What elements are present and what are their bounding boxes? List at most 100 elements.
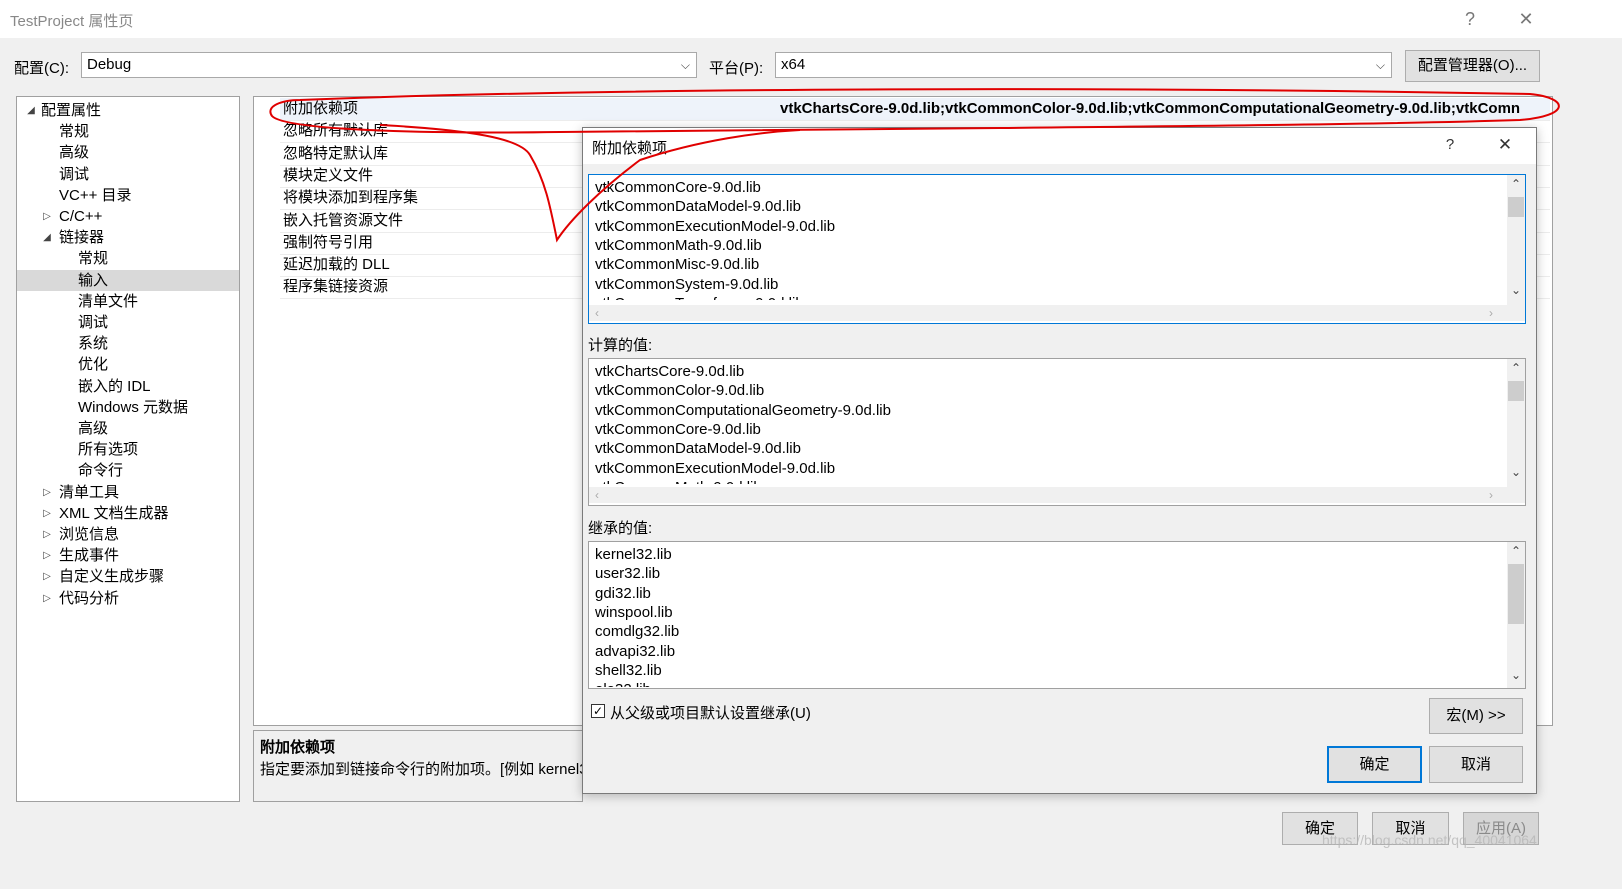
tree-item-label: 命令行 [78,462,124,480]
close-icon[interactable]: ✕ [1506,6,1546,32]
collapsed-arrow-icon[interactable]: ▷ [41,524,53,545]
collapsed-arrow-icon[interactable]: ▷ [41,206,53,227]
inherited-lines: kernel32.lib user32.lib gdi32.lib winspool.… [589,545,1505,687]
dialog-title-bar: 附加依赖项 ? ✕ [583,128,1536,164]
scroll-up-icon[interactable]: ⌃ [1507,361,1525,375]
tree-item[interactable]: 优化 [17,354,239,375]
tree-item-label: 调试 [59,165,90,183]
tree-item[interactable]: ▷ 浏览信息 [17,524,239,545]
collapsed-arrow-icon[interactable]: ▷ [41,482,53,503]
property-name: 强制符号引用 [283,233,374,251]
tree-item[interactable]: 命令行 [17,460,239,481]
scroll-thumb[interactable] [1508,381,1524,401]
scroll-down-icon[interactable]: ⌄ [1507,465,1525,479]
computed-vscrollbar[interactable]: ⌃ ⌄ [1507,359,1525,487]
tree-item[interactable]: ▷ 生成事件 [17,545,239,566]
tree-item[interactable]: 高级 [17,418,239,439]
inherited-value-line: comdlg32.lib [595,623,680,641]
tree-item[interactable]: 调试 [17,164,239,185]
inherit-checkbox-label[interactable]: 从父级或项目默认设置继承(U) [610,702,811,723]
tree-item[interactable]: ◢ 配置属性 [17,100,239,121]
property-row[interactable]: 附加依赖项 vtkChartsCore-9.0d.lib;vtkCommonCol… [280,98,1550,121]
scroll-right-icon[interactable]: › [1489,487,1493,503]
dialog-title: 附加依赖项 [592,140,668,157]
tree-item[interactable]: 嵌入的 IDL [17,376,239,397]
expanded-arrow-icon[interactable]: ◢ [41,227,53,248]
computed-hscrollbar[interactable]: ‹ › [589,487,1525,503]
property-name: 延迟加载的 DLL [283,256,390,274]
tree-item[interactable]: ◢ 链接器 [17,227,239,248]
scroll-left-icon[interactable]: ‹ [595,487,599,503]
tree-item[interactable]: 调试 [17,312,239,333]
scroll-up-icon[interactable]: ⌃ [1507,177,1525,191]
dialog-ok-button[interactable]: 确定 [1327,746,1422,783]
scroll-left-icon[interactable]: ‹ [595,305,599,321]
scroll-right-icon[interactable]: › [1489,305,1493,321]
inherit-checkbox[interactable]: ✓ [591,704,605,718]
collapsed-arrow-icon[interactable]: ▷ [41,503,53,524]
scroll-thumb[interactable] [1508,564,1524,624]
tree-item-label: 嵌入的 IDL [78,377,151,395]
inherited-values-label: 继承的值: [588,520,653,537]
tree-item[interactable]: ▷ 自定义生成步骤 [17,566,239,587]
tree-item[interactable]: VC++ 目录 [17,185,239,206]
computed-value-line: vtkCommonComputationalGeometry-9.0d.lib [595,401,891,419]
dependency-line: vtkCommonMath-9.0d.lib [595,236,762,254]
tree-item[interactable]: 输入 [17,269,239,291]
tree-item-label: 清单文件 [78,292,139,310]
property-name: 嵌入托管资源文件 [283,211,404,229]
collapsed-arrow-icon[interactable]: ▷ [41,545,53,566]
tree-item[interactable]: 系统 [17,333,239,354]
inherited-values-box[interactable]: kernel32.lib user32.lib gdi32.lib winspool.… [588,541,1526,689]
property-value[interactable]: vtkChartsCore-9.0d.lib;vtkCommonColor-9.… [780,98,1520,120]
inherited-vscrollbar[interactable]: ⌃ ⌄ [1507,542,1525,688]
inherited-value-line: gdi32.lib [595,584,651,602]
computed-values-box[interactable]: vtkChartsCore-9.0d.lib vtkCommonColor-9.0… [588,358,1526,506]
computed-lines: vtkChartsCore-9.0d.lib vtkCommonColor-9.0… [589,362,1505,484]
scroll-thumb[interactable] [1508,197,1524,217]
computed-value-line: vtkCommonCore-9.0d.lib [595,420,761,438]
collapsed-arrow-icon[interactable]: ▷ [41,566,53,587]
tree-item[interactable]: 常规 [17,121,239,142]
collapsed-arrow-icon[interactable]: ▷ [41,588,53,609]
tree-item-label: 清单工具 [59,483,120,501]
edit-lines: vtkCommonCore-9.0d.lib vtkCommonDataModel… [589,178,1505,300]
platform-dropdown[interactable]: x64 ⌵ [775,52,1392,78]
description-title: 附加依赖项 [260,739,336,756]
tree-item-label: Windows 元数据 [78,398,189,416]
config-manager-button[interactable]: 配置管理器(O)... [1405,50,1540,82]
dependency-line: vtkCommonSystem-9.0d.lib [595,275,779,293]
tree-item[interactable]: 所有选项 [17,439,239,460]
tree-item[interactable]: 常规 [17,248,239,269]
tree-item[interactable]: Windows 元数据 [17,397,239,418]
expanded-arrow-icon[interactable]: ◢ [25,100,37,121]
dialog-cancel-button[interactable]: 取消 [1429,746,1523,783]
tree-item[interactable]: ▷ XML 文档生成器 [17,503,239,524]
dialog-close-icon[interactable]: ✕ [1493,135,1517,155]
scroll-up-icon[interactable]: ⌃ [1507,544,1525,558]
tree-item[interactable]: ▷ 代码分析 [17,588,239,609]
dialog-help-icon[interactable]: ? [1438,136,1462,153]
scroll-down-icon[interactable]: ⌄ [1507,283,1525,297]
tree-item-label: C/C++ [59,208,103,225]
edit-vscrollbar[interactable]: ⌃ ⌄ [1507,175,1525,305]
tree-item-label: 高级 [78,420,109,437]
tree-item-label: 浏览信息 [59,526,120,543]
chevron-down-icon: ⌵ [1375,58,1385,72]
edit-hscrollbar[interactable]: ‹ › [589,305,1525,321]
tree-item[interactable]: ▷ 清单工具 [17,482,239,503]
property-name: 忽略所有默认库 [283,122,389,140]
config-dropdown[interactable]: Debug ⌵ [81,52,697,78]
dependency-line: vtkCommonExecutionModel-9.0d.lib [595,217,836,235]
help-icon[interactable]: ? [1450,6,1490,32]
dependencies-edit-box[interactable]: vtkCommonCore-9.0d.lib vtkCommonDataModel… [588,174,1526,324]
tree-item[interactable]: ▷ C/C++ [17,206,239,227]
macro-button[interactable]: 宏(M) >> [1429,698,1523,734]
property-name: 将模块添加到程序集 [283,189,419,207]
scroll-down-icon[interactable]: ⌄ [1507,668,1525,682]
tree-item-label: 链接器 [59,229,105,247]
tree-item[interactable]: 高级 [17,142,239,163]
tree-item[interactable]: 清单文件 [17,291,239,312]
property-name: 模块定义文件 [283,166,374,184]
tree-item-label: 系统 [78,335,109,353]
